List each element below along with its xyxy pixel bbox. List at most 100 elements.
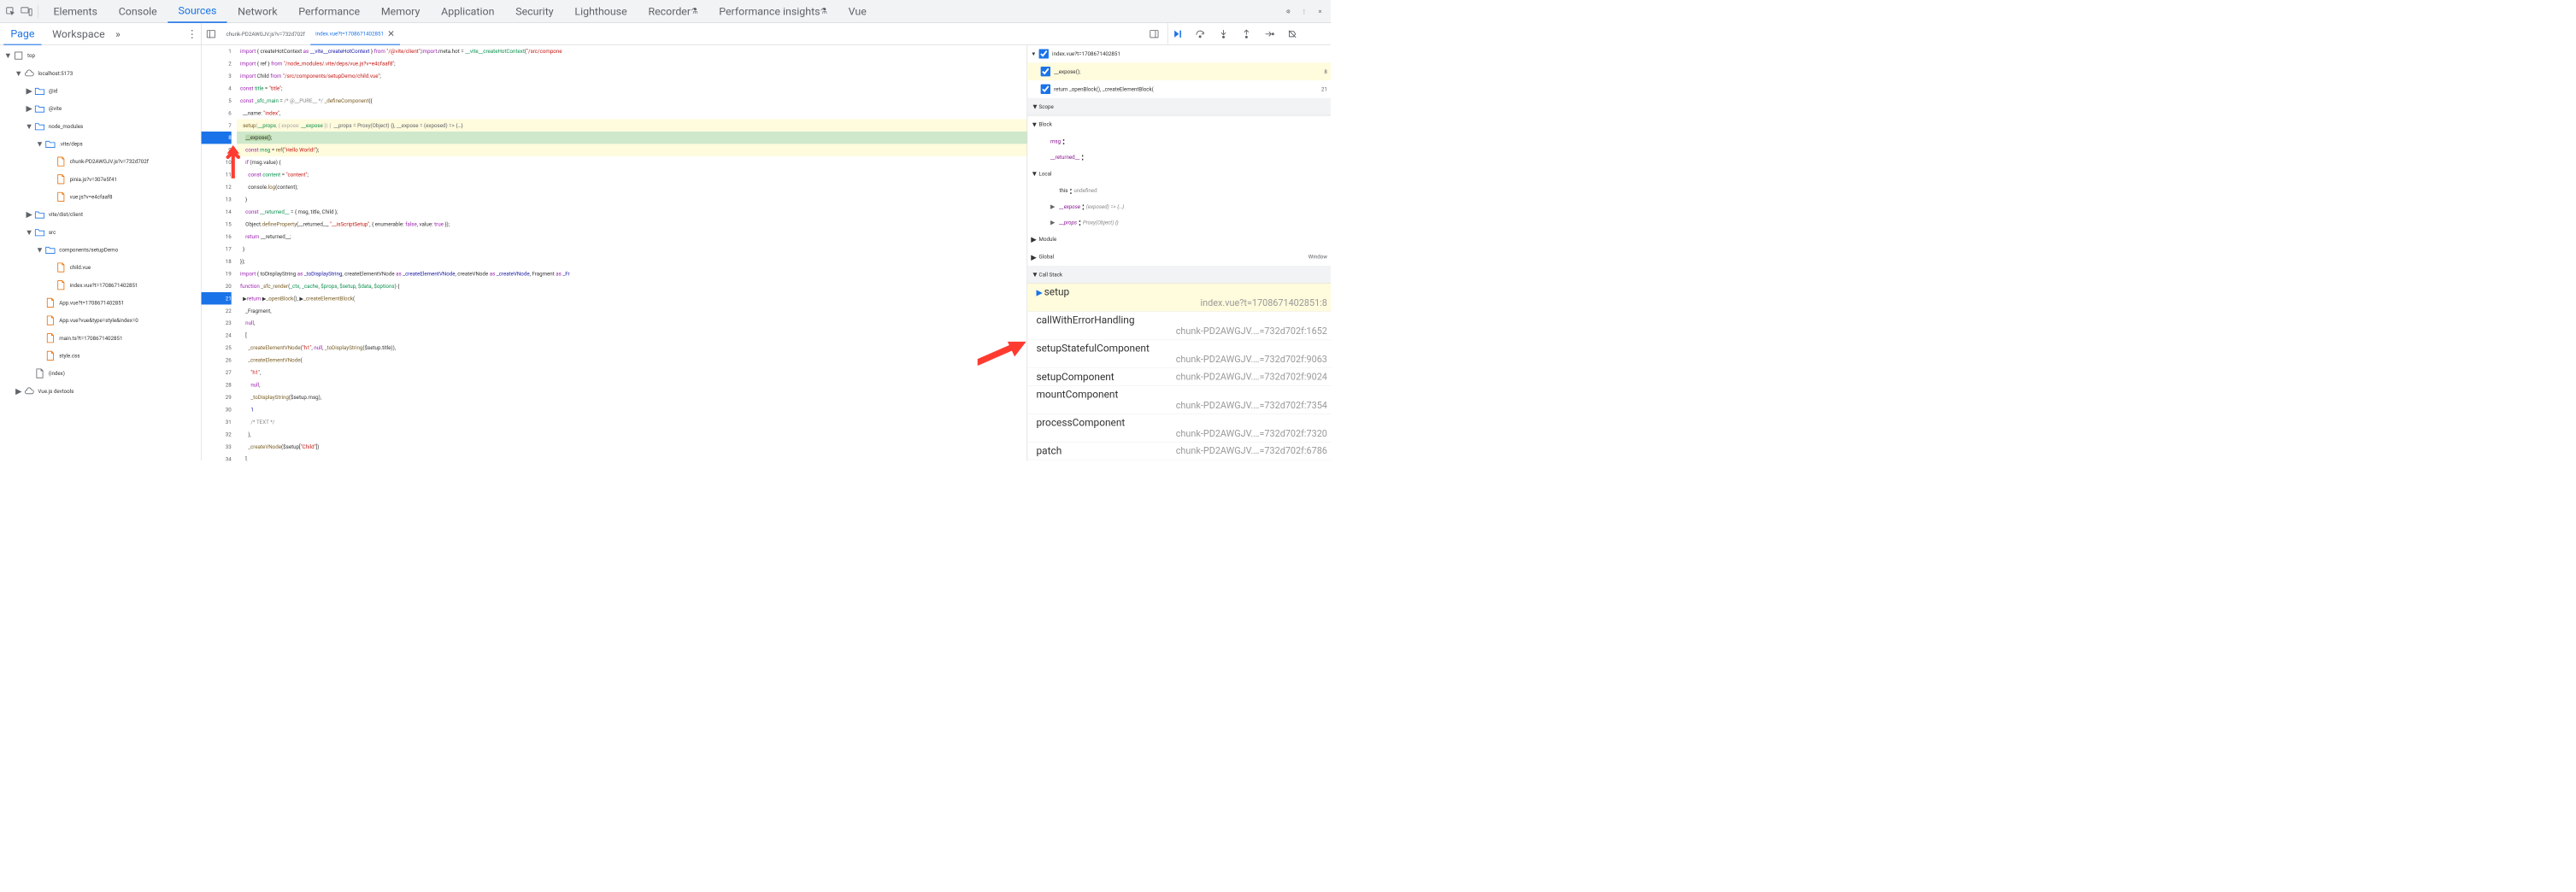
scope-group-header[interactable]: ▶GlobalWindow bbox=[1027, 248, 1331, 266]
line-number[interactable]: 2 bbox=[202, 57, 232, 69]
scope-variable[interactable]: ▶ __expose: (exposed) => {…} bbox=[1027, 198, 1331, 214]
top-tab-elements[interactable]: Elements bbox=[43, 0, 108, 23]
inspect-icon[interactable] bbox=[3, 4, 18, 19]
scope-variable[interactable]: __returned__: bbox=[1027, 150, 1331, 166]
code-line[interactable]: setup(__props, { expose: __expose }) { _… bbox=[237, 119, 1027, 131]
breakpoint-row[interactable]: return _openBlock(), _createElementBlock… bbox=[1027, 80, 1331, 98]
resume-icon[interactable] bbox=[1172, 27, 1184, 39]
code-line[interactable]: ), bbox=[237, 428, 1027, 440]
nav-row[interactable]: ▼localhost:5173 bbox=[0, 64, 201, 82]
disclosure-triangle-icon[interactable]: ▶ bbox=[25, 86, 33, 96]
file-navigator[interactable]: ▼top▼localhost:5173▶@id▶@vite▼node_modul… bbox=[0, 45, 202, 461]
call-stack-frame[interactable]: processComponentchunk-PD2AWGJV.…=732d702… bbox=[1027, 414, 1331, 443]
top-tab-lighthouse[interactable]: Lighthouse bbox=[564, 0, 638, 23]
code-line[interactable]: const __returned__ = { msg, title, Child… bbox=[237, 206, 1027, 218]
source-editor[interactable]: 1234567891011121314151617181920212223242… bbox=[202, 45, 1027, 461]
disclosure-triangle-icon[interactable]: ▼ bbox=[35, 245, 44, 255]
code-line[interactable]: __name: "index", bbox=[237, 107, 1027, 119]
line-number[interactable]: 1 bbox=[202, 45, 232, 57]
top-tab-memory[interactable]: Memory bbox=[370, 0, 430, 23]
code-line[interactable]: __expose(); bbox=[237, 132, 1027, 144]
line-number[interactable]: 5 bbox=[202, 95, 232, 107]
workspace-tab[interactable]: Workspace bbox=[45, 23, 112, 45]
nav-row[interactable]: ▶@vite bbox=[0, 100, 201, 118]
file-tab[interactable]: index.vue?t=1708671402851✕ bbox=[310, 23, 400, 45]
code-line[interactable]: _createElementVNode("h1", null, _toDispl… bbox=[237, 342, 1027, 354]
top-tab-application[interactable]: Application bbox=[431, 0, 505, 23]
line-number[interactable]: 34 bbox=[202, 453, 232, 461]
line-number[interactable]: 25 bbox=[202, 342, 232, 354]
close-icon[interactable]: ✕ bbox=[387, 28, 395, 38]
call-stack-frame[interactable]: setupComponentchunk-PD2AWGJV.…=732d702f:… bbox=[1027, 368, 1331, 386]
gear-icon[interactable]: ⚙ bbox=[1281, 4, 1296, 19]
code-line[interactable]: } bbox=[237, 193, 1027, 205]
nav-row[interactable]: (index) bbox=[0, 365, 201, 383]
line-number[interactable]: 18 bbox=[202, 255, 232, 267]
code-line[interactable]: _createVNode($setup["Child"]) bbox=[237, 441, 1027, 453]
code-line[interactable]: const content = "content"; bbox=[237, 168, 1027, 180]
step-icon[interactable] bbox=[1263, 27, 1275, 39]
line-number[interactable]: 20 bbox=[202, 280, 232, 292]
nav-row[interactable]: ▼components/setupDemo bbox=[0, 241, 201, 259]
line-number[interactable]: 16 bbox=[202, 231, 232, 243]
line-number[interactable]: 13 bbox=[202, 193, 232, 205]
navigator-kebab-icon[interactable]: ⋮ bbox=[187, 27, 197, 39]
line-number[interactable]: 31 bbox=[202, 416, 232, 428]
line-number[interactable]: 23 bbox=[202, 317, 232, 329]
scope-group-header[interactable]: ▼Local bbox=[1027, 165, 1331, 183]
scope-group-header[interactable]: ▼Block bbox=[1027, 115, 1331, 133]
code-line[interactable]: [ bbox=[237, 329, 1027, 341]
code-line[interactable]: const _sfc_main = /* @__PURE__ */ _defin… bbox=[237, 95, 1027, 107]
disclosure-triangle-icon[interactable]: ▼ bbox=[35, 139, 44, 149]
kebab-icon[interactable]: ⋮ bbox=[1297, 4, 1312, 19]
breakpoint-checkbox[interactable] bbox=[1041, 85, 1050, 94]
code-line[interactable]: 1 bbox=[237, 403, 1027, 415]
code-line[interactable]: const title = "title"; bbox=[237, 82, 1027, 94]
scope-group-header[interactable]: ▶Module bbox=[1027, 231, 1331, 249]
disclosure-triangle-icon[interactable]: ▼ bbox=[25, 227, 33, 237]
code-line[interactable]: console.log(content); bbox=[237, 181, 1027, 193]
code-line[interactable]: function _sfc_render(_ctx, _cache, $prop… bbox=[237, 280, 1027, 292]
line-gutter[interactable]: 1234567891011121314151617181920212223242… bbox=[202, 45, 237, 461]
scope-variable[interactable]: ▶ __props: Proxy(Object) {} bbox=[1027, 214, 1331, 231]
nav-row[interactable]: style.css bbox=[0, 347, 201, 365]
breakpoint-checkbox[interactable] bbox=[1041, 67, 1050, 76]
nav-row[interactable]: child.vue bbox=[0, 259, 201, 277]
nav-row[interactable]: ▶vite/dist/client bbox=[0, 206, 201, 224]
nav-row[interactable]: pinia.js?v=307e5f41 bbox=[0, 170, 201, 188]
top-tab-recorder[interactable]: Recorder ⚗ bbox=[638, 0, 709, 23]
nav-row[interactable]: ▶@id bbox=[0, 82, 201, 100]
code-line[interactable]: ▶return ▶_openBlock(), ▶_createElementBl… bbox=[237, 292, 1027, 304]
code-line[interactable]: null, bbox=[237, 317, 1027, 329]
nav-row[interactable]: index.vue?t=1708671402851 bbox=[0, 276, 201, 294]
code-line[interactable]: Object.defineProperty(__returned__, "__i… bbox=[237, 218, 1027, 230]
breakpoints-file-row[interactable]: ▼ index.vue?t=1708671402851 bbox=[1027, 45, 1331, 63]
code-line[interactable]: return __returned__; bbox=[237, 231, 1027, 243]
sidebar-toggle-icon[interactable] bbox=[205, 27, 217, 39]
nav-row[interactable]: ▼top bbox=[0, 47, 201, 65]
line-number[interactable]: 26 bbox=[202, 354, 232, 366]
code-line[interactable]: _createElementVNode( bbox=[237, 354, 1027, 366]
line-number[interactable]: 12 bbox=[202, 181, 232, 193]
code-line[interactable]: import { toDisplayString as _toDisplaySt… bbox=[237, 267, 1027, 279]
nav-row[interactable]: ▶Vue.js devtools bbox=[0, 382, 201, 400]
line-number[interactable]: 14 bbox=[202, 206, 232, 218]
deactivate-breakpoints-icon[interactable] bbox=[1286, 27, 1298, 39]
call-stack-frame[interactable]: mountComponentchunk-PD2AWGJV.…=732d702f:… bbox=[1027, 386, 1331, 414]
line-number[interactable]: 4 bbox=[202, 82, 232, 94]
scope-header[interactable]: ▼Scope bbox=[1027, 98, 1331, 116]
breakpoints-file-checkbox[interactable] bbox=[1039, 49, 1049, 58]
step-over-icon[interactable] bbox=[1194, 27, 1206, 39]
top-tab-vue[interactable]: Vue bbox=[838, 0, 877, 23]
nav-row[interactable]: vue.js?v=e4cfaaf8 bbox=[0, 188, 201, 206]
disclosure-triangle-icon[interactable]: ▶ bbox=[25, 104, 33, 114]
code-line[interactable]: import Child from "/src/components/setup… bbox=[237, 70, 1027, 82]
line-number[interactable]: 27 bbox=[202, 367, 232, 379]
nav-row[interactable]: ▼node_modules bbox=[0, 117, 201, 135]
line-number[interactable]: 33 bbox=[202, 441, 232, 453]
line-number[interactable]: 17 bbox=[202, 243, 232, 255]
line-number[interactable]: 6 bbox=[202, 107, 232, 119]
line-number[interactable]: 29 bbox=[202, 391, 232, 403]
close-icon[interactable]: ✕ bbox=[1313, 4, 1327, 19]
line-number[interactable]: 22 bbox=[202, 304, 232, 316]
